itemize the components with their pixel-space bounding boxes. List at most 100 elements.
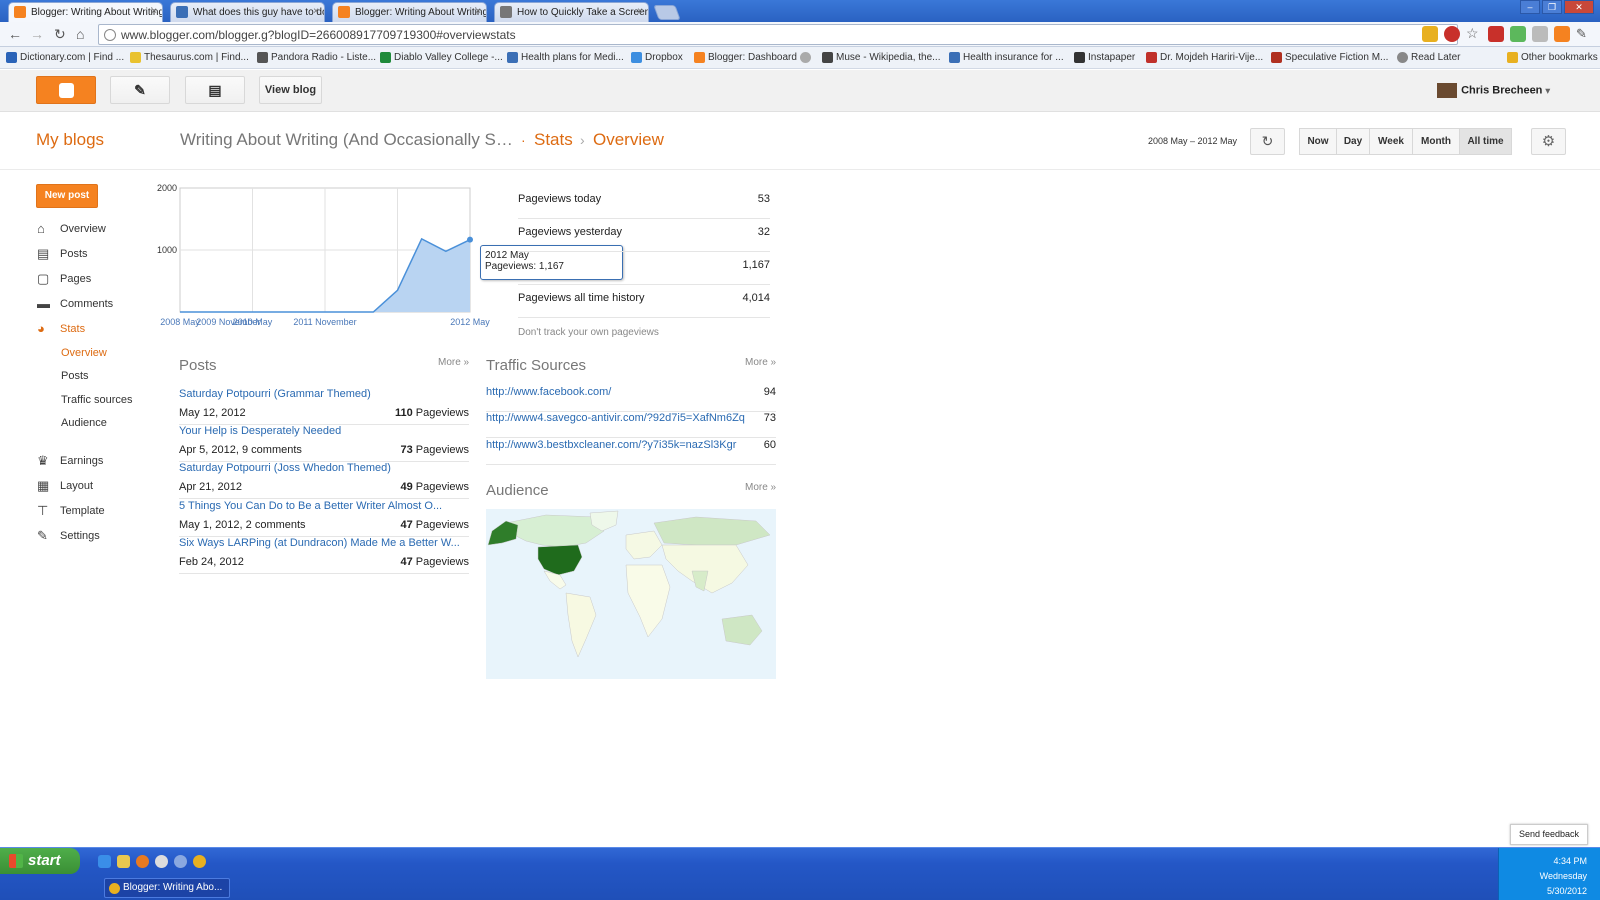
network-icon[interactable] xyxy=(174,855,187,868)
blogger-logo-button[interactable] xyxy=(36,76,96,104)
new-tab-button[interactable] xyxy=(653,5,681,20)
bookmark-item[interactable]: Thesaurus.com | Find... xyxy=(130,52,249,63)
bookmark-item[interactable]: Health insurance for ... xyxy=(949,52,1064,63)
address-bar[interactable]: www.blogger.com/blogger.g?blogID=2660089… xyxy=(98,24,1458,45)
refresh-button[interactable]: ↻ xyxy=(1250,128,1285,155)
bookmark-item[interactable]: Pandora Radio - Liste... xyxy=(257,52,376,63)
sidebar-item-template[interactable]: ⊤ Template xyxy=(36,503,105,519)
bookmark-item[interactable]: Read Later xyxy=(1397,52,1460,63)
site-favicon-icon xyxy=(176,6,188,18)
settings-button[interactable]: ⚙ xyxy=(1531,128,1566,155)
browser-tab[interactable]: What does this guy have to do × xyxy=(170,2,325,22)
bookmark-item[interactable]: Health plans for Medi... xyxy=(507,52,624,63)
gmail-icon[interactable] xyxy=(1488,26,1504,42)
media-player-icon[interactable] xyxy=(155,855,168,868)
audience-world-map[interactable] xyxy=(486,509,776,679)
start-button[interactable]: start xyxy=(0,848,80,874)
extension-icon[interactable] xyxy=(1532,26,1548,42)
send-feedback-button[interactable]: Send feedback xyxy=(1510,824,1588,845)
post-title-link[interactable]: 5 Things You Can Do to Be a Better Write… xyxy=(179,500,469,512)
new-post-pencil-button[interactable]: ✎ xyxy=(110,76,170,104)
sidebar-item-pages[interactable]: ▢ Pages xyxy=(36,271,91,287)
blog-title[interactable]: Writing About Writing (And Occasionally … xyxy=(180,130,513,150)
restore-button[interactable]: ❐ xyxy=(1542,0,1562,14)
post-title-link[interactable]: Saturday Potpourri (Joss Whedon Themed) xyxy=(179,462,469,474)
breadcrumb-stats[interactable]: Stats xyxy=(534,130,573,150)
range-alltime-button[interactable]: All time xyxy=(1459,128,1512,155)
source-link[interactable]: http://www.facebook.com/ xyxy=(486,386,611,398)
firefox-icon[interactable] xyxy=(136,855,149,868)
sidebar-item-earnings[interactable]: ♛ Earnings xyxy=(36,453,103,469)
posts-list-button[interactable]: ▤ xyxy=(185,76,245,104)
post-title-link[interactable]: Saturday Potpourri (Grammar Themed) xyxy=(179,388,469,400)
sidebar-subitem-traffic-sources[interactable]: Traffic sources xyxy=(61,394,133,406)
bookmark-item[interactable]: Dropbox xyxy=(631,52,683,63)
range-month-button[interactable]: Month xyxy=(1412,128,1460,155)
new-post-button[interactable]: New post xyxy=(36,184,98,208)
close-tab-icon[interactable]: × xyxy=(637,6,643,17)
bookmark-item[interactable]: Dr. Mojdeh Hariri-Vije... xyxy=(1146,52,1263,63)
browser-toolbar: ← → ↻ ⌂ www.blogger.com/blogger.g?blogID… xyxy=(0,22,1600,47)
sidebar-item-posts[interactable]: ▤ Posts xyxy=(36,246,88,262)
sidebar-subitem-posts[interactable]: Posts xyxy=(61,370,89,382)
sidebar-item-stats[interactable]: ◕ Stats xyxy=(36,321,85,337)
sidebar-item-comments[interactable]: ▬ Comments xyxy=(36,296,113,312)
bookmark-favicon-icon xyxy=(257,52,268,63)
bookmark-item[interactable]: Muse - Wikipedia, the... xyxy=(822,52,940,63)
audience-more-link[interactable]: More » xyxy=(745,482,776,493)
close-window-button[interactable]: ✕ xyxy=(1564,0,1594,14)
clock-time[interactable]: 4:34 PM xyxy=(1553,856,1587,866)
source-link[interactable]: http://www3.bestbxcleaner.com/?y7i35k=na… xyxy=(486,439,736,451)
chrome-icon[interactable] xyxy=(193,855,206,868)
browser-tab[interactable]: Blogger: Writing About Writing × xyxy=(332,2,487,22)
star-icon[interactable]: ☆ xyxy=(1466,26,1482,42)
sidebar-subitem-audience[interactable]: Audience xyxy=(61,417,107,429)
back-arrow-icon[interactable]: ← xyxy=(8,26,22,42)
bookmark-item[interactable]: Other bookmarks xyxy=(1507,52,1598,63)
range-day-button[interactable]: Day xyxy=(1336,128,1370,155)
sidebar-item-settings[interactable]: ✎ Settings xyxy=(36,528,100,544)
ie-icon[interactable] xyxy=(98,855,111,868)
stats-extension-icon[interactable] xyxy=(1510,26,1526,42)
range-week-button[interactable]: Week xyxy=(1369,128,1413,155)
dont-track-link[interactable]: Don't track your own pageviews xyxy=(518,327,659,338)
sidebar-subitem-overview[interactable]: Overview xyxy=(61,347,107,359)
wikipedia-icon xyxy=(822,52,833,63)
pageviews-month-row: 1,167 xyxy=(518,252,770,285)
bookmark-item[interactable]: Diablo Valley College -... xyxy=(380,52,503,63)
bookmark-item[interactable]: Dictionary.com | Find ... xyxy=(6,52,124,63)
close-tab-icon[interactable]: × xyxy=(151,6,157,17)
bookmark-item[interactable]: Instapaper xyxy=(1074,52,1135,63)
my-blogs-link[interactable]: My blogs xyxy=(36,130,104,150)
pageviews-alltime-row: Pageviews all time history 4,014 xyxy=(518,285,770,318)
folder-icon[interactable] xyxy=(117,855,130,868)
post-title-link[interactable]: Your Help is Desperately Needed xyxy=(179,425,469,437)
blogger-extension-icon[interactable] xyxy=(1554,26,1570,42)
pageviews-chart[interactable]: 200010002008 May2009 November2010 May 201… xyxy=(150,180,505,340)
minimize-button[interactable]: – xyxy=(1520,0,1540,14)
home-icon[interactable]: ⌂ xyxy=(76,26,84,42)
posts-more-link[interactable]: More » xyxy=(438,357,469,368)
extension-icon[interactable] xyxy=(1422,26,1438,42)
browser-tab[interactable]: How to Quickly Take a Screens × xyxy=(494,2,649,22)
bookmark-item[interactable]: Blogger: Dashboard xyxy=(694,52,797,63)
forward-arrow-icon[interactable]: → xyxy=(30,26,44,42)
close-tab-icon[interactable]: × xyxy=(313,6,319,17)
range-now-button[interactable]: Now xyxy=(1299,128,1337,155)
close-tab-icon[interactable]: × xyxy=(475,6,481,17)
reload-icon[interactable]: ↻ xyxy=(54,26,66,43)
post-title-link[interactable]: Six Ways LARPing (at Dundracon) Made Me … xyxy=(179,537,469,549)
bookmark-favicon-icon xyxy=(507,52,518,63)
traffic-more-link[interactable]: More » xyxy=(745,357,776,368)
taskbar-window-button[interactable]: Blogger: Writing Abo... xyxy=(104,878,230,898)
browser-tab[interactable]: Blogger: Writing About Writing × xyxy=(8,2,163,22)
user-menu[interactable]: Chris Brecheen ▾ xyxy=(1437,83,1550,98)
view-blog-button[interactable]: View blog xyxy=(259,76,322,104)
bookmark-item[interactable]: Speculative Fiction M... xyxy=(1271,52,1388,63)
sidebar-item-overview[interactable]: ⌂ Overview xyxy=(36,221,106,237)
wrench-icon[interactable]: ✎ xyxy=(1576,26,1592,42)
source-link[interactable]: http://www4.savegco-antivir.com/?92d7i5=… xyxy=(486,412,745,424)
adblock-icon[interactable] xyxy=(1444,26,1460,42)
wrench-icon: ✎ xyxy=(37,528,48,543)
sidebar-item-layout[interactable]: ▦ Layout xyxy=(36,478,93,494)
